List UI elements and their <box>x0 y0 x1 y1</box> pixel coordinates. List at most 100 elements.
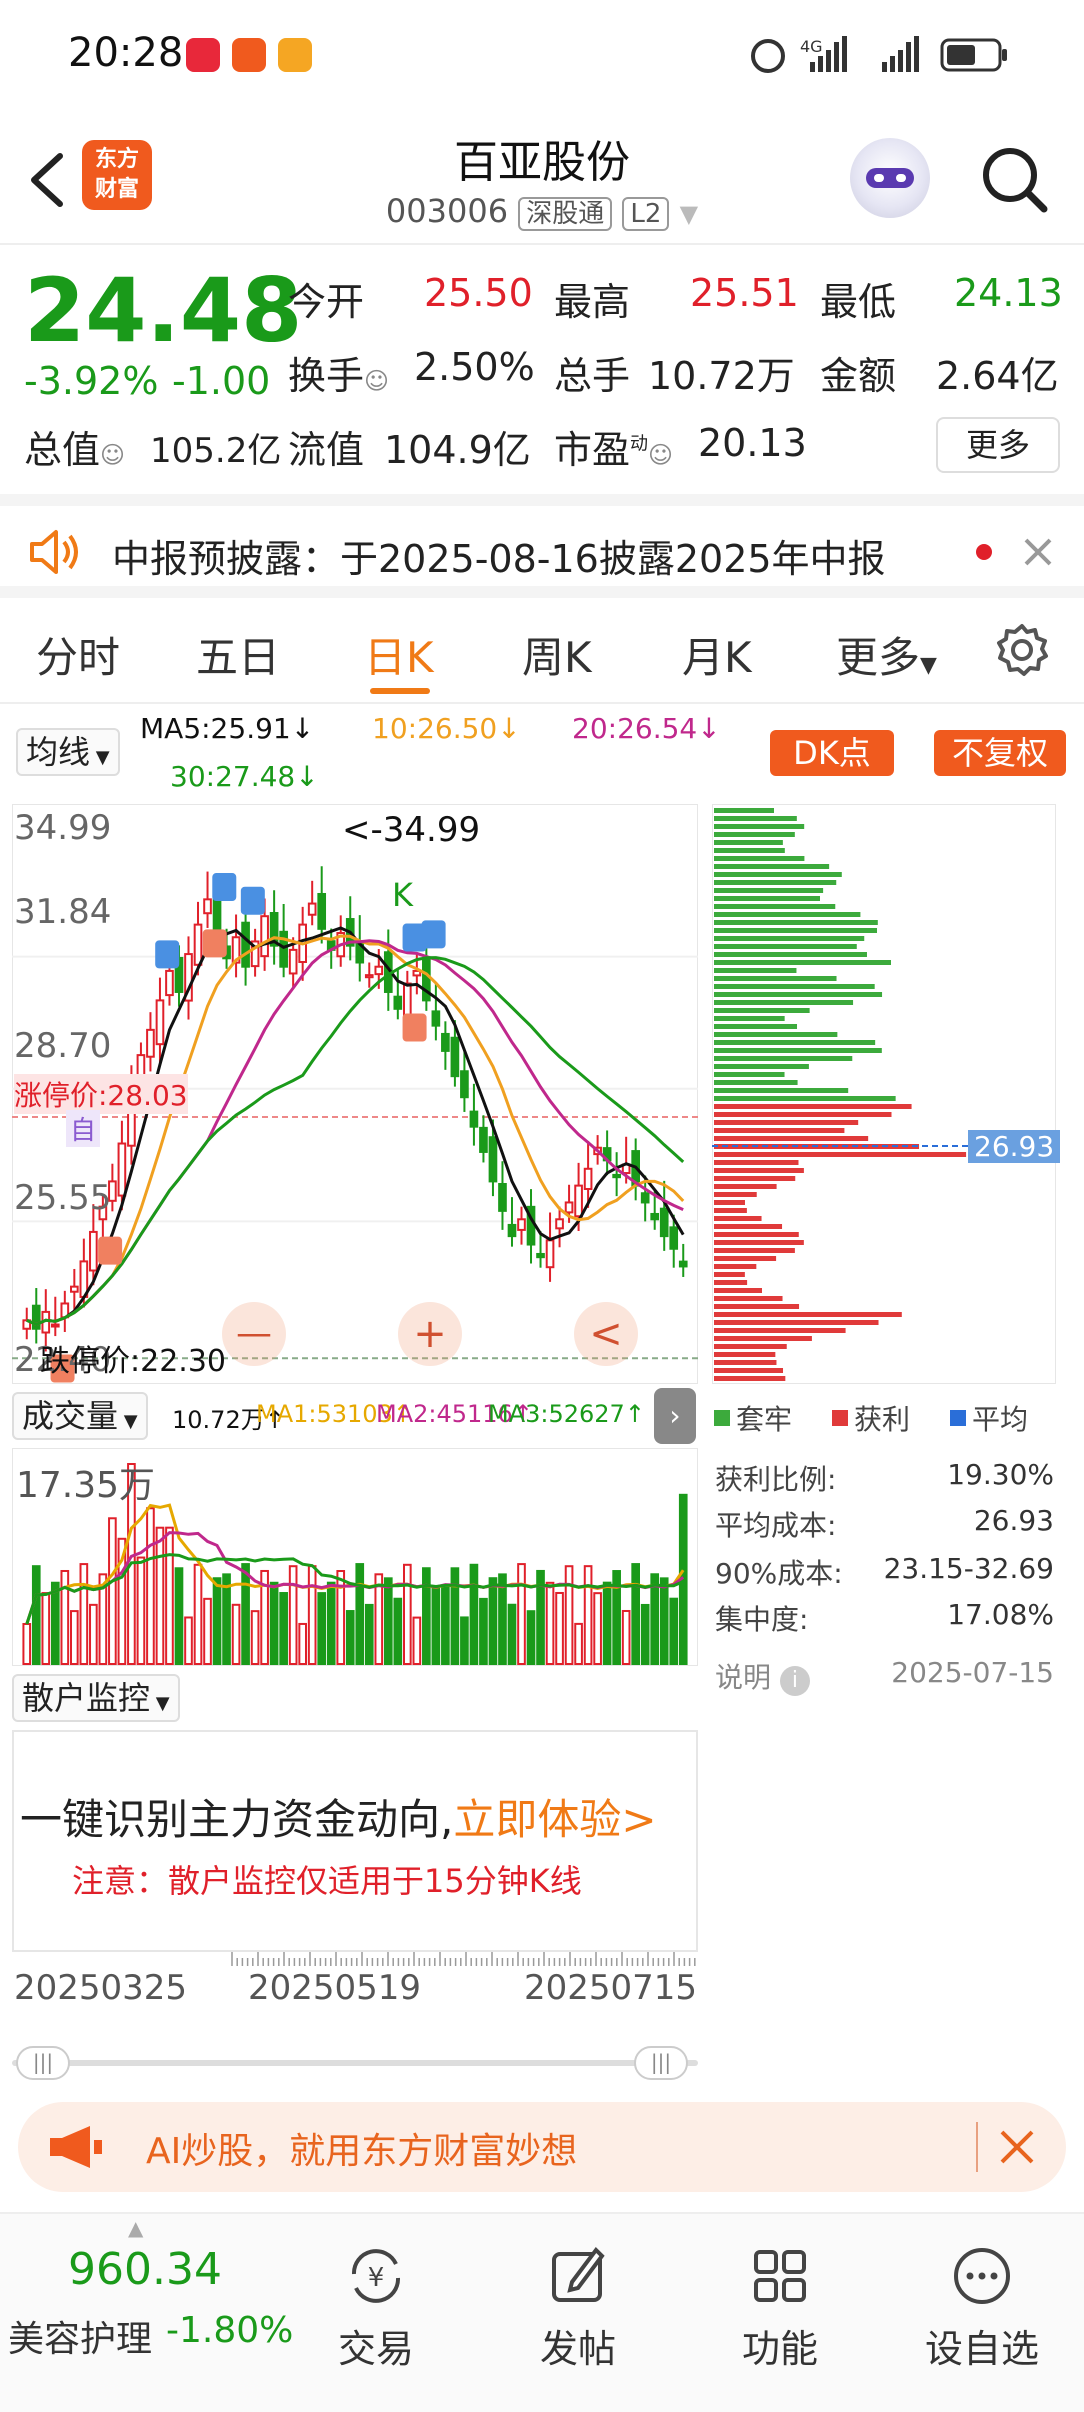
chip-distribution-chart[interactable] <box>712 804 1056 1384</box>
zoom-out-button[interactable]: — <box>222 1302 286 1366</box>
speaker-icon <box>30 530 78 574</box>
chip-bar-trapped <box>714 856 805 861</box>
ai-ad-banner[interactable]: AI炒股，就用东方财富妙想 <box>18 2102 1066 2192</box>
tab-monthly-k[interactable]: 月K <box>682 624 752 685</box>
signal-icon-2 <box>882 36 919 72</box>
candle-body <box>498 1182 507 1212</box>
zoom-in-button[interactable]: + <box>398 1302 462 1366</box>
k-tag: K <box>392 876 413 914</box>
indicator-selector[interactable]: 均线 ▼ <box>16 728 120 776</box>
nav-post[interactable]: 发帖 <box>488 2244 668 2373</box>
sector-index-widget[interactable]: ▲ 960.34 美容护理 -1.80% <box>0 2214 293 2394</box>
settings-gear-icon[interactable] <box>994 622 1050 678</box>
dropdown-arrow-icon: ▼ <box>679 200 699 228</box>
more-button[interactable]: 更多 <box>936 417 1060 473</box>
volume-bar <box>22 1623 32 1665</box>
candle-body <box>165 969 174 997</box>
avg-cost-marker: 26.93 <box>968 1130 1061 1163</box>
try-now-link[interactable]: 立即体验> <box>453 1795 656 1844</box>
volume-bar <box>307 1565 317 1665</box>
chip-bar-trapped <box>714 936 865 941</box>
chip-bar-profit <box>714 1352 776 1357</box>
date-label-end: 20250715 <box>524 1968 698 2008</box>
volume-bar <box>431 1586 441 1666</box>
dk-point-button[interactable]: DK点 <box>770 730 894 776</box>
tab-more[interactable]: 更多▼ <box>836 624 937 685</box>
volume-bar <box>108 1517 117 1665</box>
info-icon: i <box>779 1666 810 1696</box>
chip-bar-trapped <box>714 880 837 885</box>
chip-bar-profit <box>714 1336 812 1341</box>
notice-bar[interactable]: 中报预披露：于2025-08-16披露2025年中报 <box>0 494 1084 598</box>
candle-body <box>640 1192 650 1204</box>
nav-add-watchlist[interactable]: 设自选 <box>892 2244 1072 2373</box>
volume-bar <box>288 1565 298 1665</box>
fuquan-button[interactable]: 不复权 <box>934 730 1066 776</box>
legend-swatch-trapped <box>714 1410 730 1426</box>
period-tabs: 分时 五日 日K 周K 月K 更多▼ <box>0 598 1084 704</box>
scroll-prev-button[interactable]: < <box>574 1302 638 1366</box>
vol-ma3: MA3:52627↑ <box>488 1400 645 1428</box>
range-scrollbar[interactable]: ||| ||| <box>12 2036 698 2090</box>
volume-bar <box>79 1563 89 1665</box>
volume-value: 10.72万 <box>648 354 795 398</box>
range-handle-right[interactable]: ||| <box>634 2046 688 2080</box>
candle-body <box>574 1184 583 1218</box>
nav-functions[interactable]: 功能 <box>690 2244 870 2373</box>
chip-date: 2025-07-15 <box>891 1656 1054 1689</box>
tab-fenshi[interactable]: 分时 <box>36 624 120 685</box>
expand-panel-button[interactable]: › <box>654 1388 696 1444</box>
ma30-label: 30:27.48↓ <box>170 760 319 793</box>
chip-bar-trapped <box>714 1088 849 1093</box>
volume-bar <box>650 1573 660 1665</box>
volume-indicator-selector[interactable]: 成交量 ▼ <box>12 1392 148 1440</box>
tab-wuri[interactable]: 五日 <box>196 624 280 685</box>
edit-icon <box>552 2246 605 2302</box>
amount-label: 金额 <box>820 354 897 398</box>
volume-bar <box>89 1603 98 1665</box>
candle-body <box>288 948 298 975</box>
dropdown-arrow-icon: ▼ <box>90 747 110 768</box>
chip-bar-trapped <box>714 944 857 949</box>
candle-body <box>317 892 327 930</box>
candle-body <box>69 1285 79 1293</box>
retail-monitor-panel[interactable]: 一键识别主力资金动向,立即体验> 注意：散户监控仅适用于15分钟K线 <box>12 1730 698 1952</box>
candle-body <box>517 1218 526 1231</box>
volume-bar <box>165 1526 174 1666</box>
volume-bar <box>479 1597 488 1665</box>
candle-body <box>450 1036 460 1078</box>
grid-icon <box>754 2250 806 2302</box>
chip-bar-profit <box>714 1240 804 1245</box>
chip-bar-trapped <box>714 992 883 997</box>
candle-body <box>364 974 374 979</box>
candle-body <box>203 898 212 915</box>
volume-bar <box>193 1563 203 1665</box>
chip-bar-profit <box>714 1248 795 1253</box>
retail-monitor-selector[interactable]: 散户监控 ▼ <box>12 1674 180 1722</box>
chip-note-link[interactable]: 说明 i <box>715 1656 810 1696</box>
volume-bar <box>250 1610 260 1666</box>
volume-bar <box>136 1556 146 1665</box>
nav-trade[interactable]: ¥ 交易 <box>286 2244 466 2373</box>
volume-bar <box>174 1567 184 1665</box>
volume-bar <box>355 1563 365 1665</box>
search-icon[interactable] <box>980 145 1050 215</box>
volume-bar <box>564 1565 574 1665</box>
range-handle-left[interactable]: ||| <box>16 2046 70 2080</box>
active-tab-indicator <box>370 688 430 694</box>
candle-body <box>659 1207 669 1238</box>
candle-body <box>583 1167 593 1190</box>
close-icon[interactable] <box>1022 536 1054 568</box>
chip-bar-profit <box>714 1208 747 1213</box>
chip-bar-trapped <box>714 1048 882 1053</box>
tab-daily-k[interactable]: 日K <box>364 624 434 685</box>
close-icon[interactable] <box>998 2128 1036 2166</box>
y-tick: 34.99 <box>14 808 112 848</box>
ad-text: AI炒股，就用东方财富妙想 <box>146 2131 578 2172</box>
chip-bar-trapped <box>714 848 785 853</box>
ai-assistant-avatar[interactable] <box>850 138 930 218</box>
clock: 20:28 <box>68 30 184 76</box>
candle-body <box>479 1126 488 1153</box>
tab-weekly-k[interactable]: 周K <box>522 624 592 685</box>
volume-bar <box>412 1616 422 1666</box>
